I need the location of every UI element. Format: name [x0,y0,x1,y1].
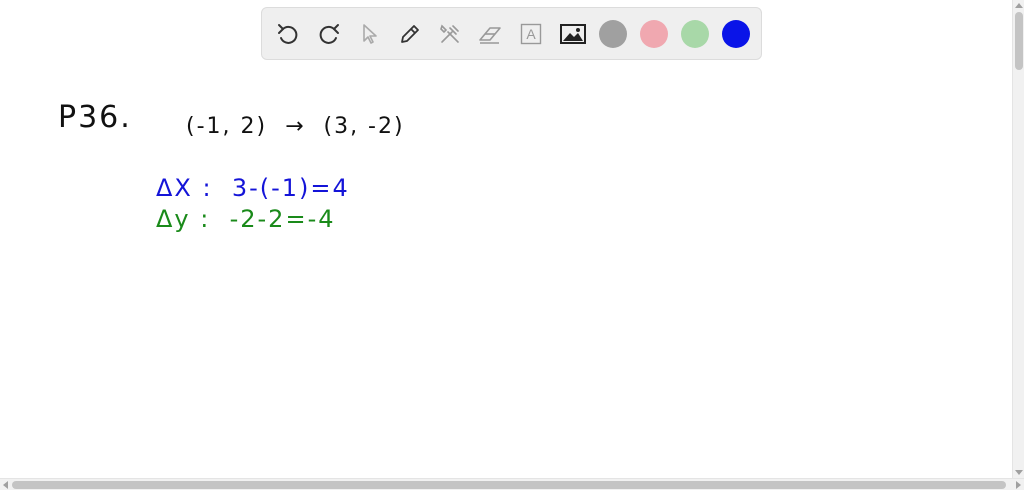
select-pointer-icon [363,24,377,44]
points-line: (-1, 2) → (3, -2) [186,114,405,139]
scroll-down-arrow-icon[interactable] [1015,470,1023,475]
horizontal-scroll-thumb[interactable] [12,481,1006,489]
color-swatch-gray[interactable] [599,20,627,48]
color-swatch-blue[interactable] [722,20,750,48]
scroll-left-arrow-icon[interactable] [3,481,8,489]
text-box-glyph: A [526,26,536,42]
text-box-icon: A [520,23,542,45]
scroll-right-arrow-icon[interactable] [1016,481,1021,489]
select-button[interactable] [354,18,386,50]
image-icon [560,24,586,44]
horizontal-scrollbar[interactable] [0,478,1024,490]
scroll-up-arrow-icon[interactable] [1015,3,1023,8]
delta-y-line: Δy : -2-2=-4 [156,205,336,233]
pen-button[interactable] [394,18,426,50]
tools-button[interactable] [434,18,466,50]
delta-x-line: ΔX : 3-(-1)=4 [156,174,350,202]
drawing-toolbar: A [261,7,762,60]
color-swatch-pink[interactable] [640,20,668,48]
undo-button[interactable] [272,18,304,50]
text-button[interactable]: A [515,18,547,50]
eraser-icon [479,27,501,44]
vertical-scroll-thumb[interactable] [1015,12,1023,70]
color-swatch-green[interactable] [681,20,709,48]
redo-icon [319,24,339,44]
image-button[interactable] [557,18,589,50]
vertical-scrollbar[interactable] [1012,0,1024,478]
eraser-button[interactable] [474,18,506,50]
pen-icon [401,25,419,43]
undo-icon [278,24,298,44]
problem-number: P36. [58,100,132,135]
redo-button[interactable] [313,18,345,50]
whiteboard-canvas[interactable]: P36. (-1, 2) → (3, -2) ΔX : 3-(-1)=4 Δy … [0,0,1012,478]
tools-icon [440,24,459,43]
